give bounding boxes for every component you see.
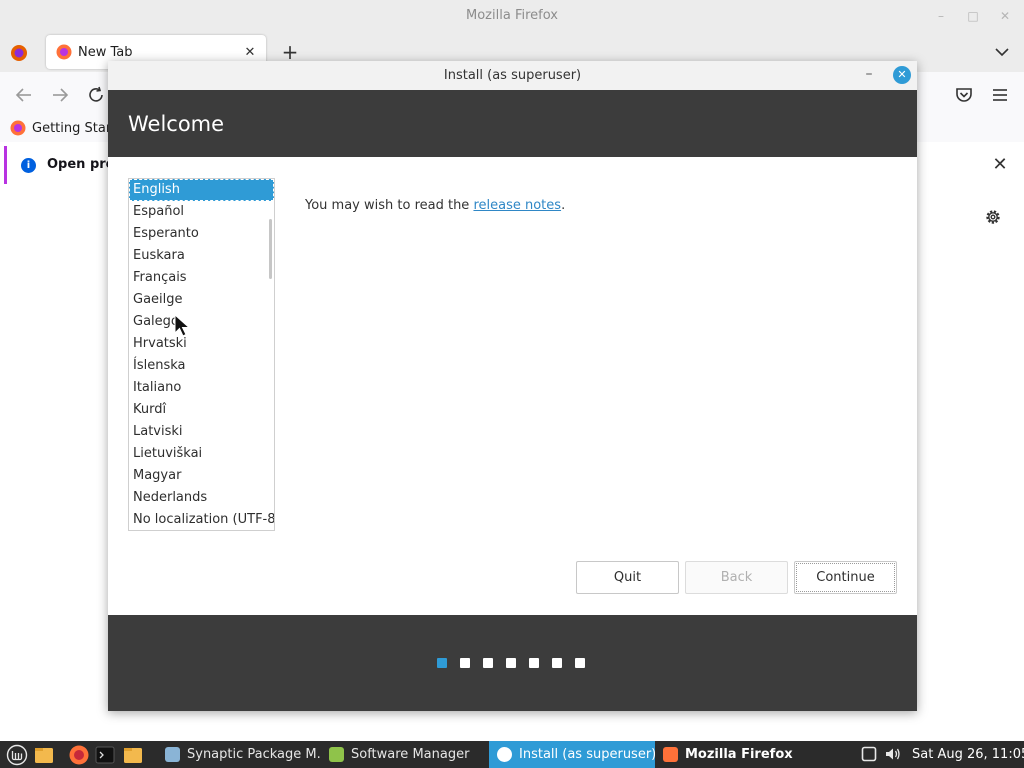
language-item[interactable]: Euskara (129, 245, 274, 267)
volume-icon[interactable] (884, 745, 902, 763)
language-item[interactable]: Magyar (129, 465, 274, 487)
firefox-icon (663, 747, 678, 762)
taskbar-task[interactable]: Install (as superuser) (489, 741, 655, 768)
firefox-titlebar: Mozilla Firefox – □ ✕ (0, 0, 1024, 32)
language-item[interactable]: Lietuviškai (129, 443, 274, 465)
back-button[interactable]: Back (685, 561, 788, 594)
firefox-window-title: Mozilla Firefox (466, 8, 558, 23)
step-dot (552, 658, 562, 668)
minimize-icon[interactable]: – (859, 65, 879, 85)
language-item[interactable]: Nederlands (129, 487, 274, 509)
firefox-icon (10, 120, 26, 136)
display-icon[interactable] (860, 745, 878, 763)
language-item[interactable]: Español (129, 201, 274, 223)
taskbar-task-label: Synaptic Package M... (187, 747, 320, 762)
dialog-body: English Español Esperanto Euskara Français Ga… (108, 157, 917, 615)
language-item[interactable]: Hrvatski (129, 333, 274, 355)
close-icon[interactable]: ✕ (990, 155, 1010, 175)
minimize-icon[interactable]: – (932, 7, 950, 25)
language-item[interactable]: Français (129, 267, 274, 289)
taskbar-task[interactable]: Software Manager (321, 741, 484, 768)
taskbar-task[interactable]: Mozilla Firefox (655, 741, 845, 768)
firefox-icon (56, 44, 72, 60)
language-item[interactable]: Íslenska (129, 355, 274, 377)
page-title: Welcome (128, 112, 225, 136)
taskbar-task[interactable]: Synaptic Package M... (157, 741, 320, 768)
hamburger-menu-icon[interactable] (990, 85, 1010, 105)
chevron-down-icon[interactable] (992, 42, 1012, 62)
close-icon[interactable]: ✕ (893, 66, 911, 84)
firefox-view-icon[interactable] (10, 44, 28, 62)
step-indicator (437, 658, 585, 668)
release-notes-link[interactable]: release notes (473, 198, 561, 213)
arrow-right-icon[interactable] (50, 85, 70, 105)
taskbar: Synaptic Package M... Software Manager Ins… (0, 741, 1024, 768)
arrow-left-icon[interactable] (14, 85, 34, 105)
step-dot (460, 658, 470, 668)
language-item[interactable]: English (129, 179, 274, 201)
system-tray (860, 745, 902, 763)
language-list[interactable]: English Español Esperanto Euskara Français Ga… (128, 178, 275, 531)
close-icon[interactable]: ✕ (240, 42, 260, 62)
continue-button[interactable]: Continue (794, 561, 897, 594)
new-tab-button[interactable]: + (280, 42, 300, 63)
installer-icon (497, 747, 512, 762)
language-item[interactable]: Kurdî (129, 399, 274, 421)
step-dot (506, 658, 516, 668)
scrollbar[interactable] (269, 219, 272, 279)
step-dot (437, 658, 447, 668)
reload-icon[interactable] (86, 85, 106, 105)
dialog-title: Install (as superuser) (443, 68, 582, 83)
step-dot (575, 658, 585, 668)
dialog-footer (108, 615, 917, 711)
language-item[interactable]: Gaeilge (129, 289, 274, 311)
dialog-header: Welcome (108, 90, 917, 157)
folder-icon[interactable] (33, 744, 55, 766)
gear-icon[interactable] (983, 207, 1003, 227)
release-text-prefix: You may wish to read the (305, 198, 474, 213)
quit-button[interactable]: Quit (576, 561, 679, 594)
language-item[interactable]: Esperanto (129, 223, 274, 245)
taskbar-task-label: Mozilla Firefox (685, 747, 793, 762)
firefox-window-controls: – □ ✕ (932, 0, 1014, 32)
mint-menu-icon[interactable] (6, 744, 28, 766)
language-item[interactable]: Galego (129, 311, 274, 333)
dialog-titlebar: Install (as superuser) – ✕ (108, 61, 917, 90)
tab-title: New Tab (78, 44, 133, 60)
language-item[interactable]: No localization (UTF-8) (129, 509, 274, 530)
language-item[interactable]: Latviski (129, 421, 274, 443)
bookmark-getting-started[interactable]: Getting Start (10, 120, 116, 136)
terminal-icon[interactable] (94, 744, 116, 766)
software-manager-icon (329, 747, 344, 762)
clock[interactable]: Sat Aug 26, 11:05 (912, 741, 1024, 768)
release-text-suffix: . (561, 198, 566, 213)
step-dot (529, 658, 539, 668)
bookmark-label: Getting Start (32, 120, 117, 136)
firefox-icon[interactable] (68, 744, 90, 766)
taskbar-task-label: Install (as superuser) (519, 747, 655, 762)
pocket-icon[interactable] (954, 85, 974, 105)
package-icon (165, 747, 180, 762)
info-icon: i (21, 158, 36, 173)
maximize-icon[interactable]: □ (964, 7, 982, 25)
mouse-cursor-icon (174, 314, 191, 337)
file-manager-icon[interactable] (122, 744, 144, 766)
taskbar-task-label: Software Manager (351, 747, 470, 762)
release-notes-text: You may wish to read the release notes. (305, 198, 565, 213)
installer-dialog: Install (as superuser) – ✕ Welcome Engli… (108, 61, 917, 711)
close-icon[interactable]: ✕ (996, 7, 1014, 25)
language-item[interactable]: Italiano (129, 377, 274, 399)
step-dot (483, 658, 493, 668)
